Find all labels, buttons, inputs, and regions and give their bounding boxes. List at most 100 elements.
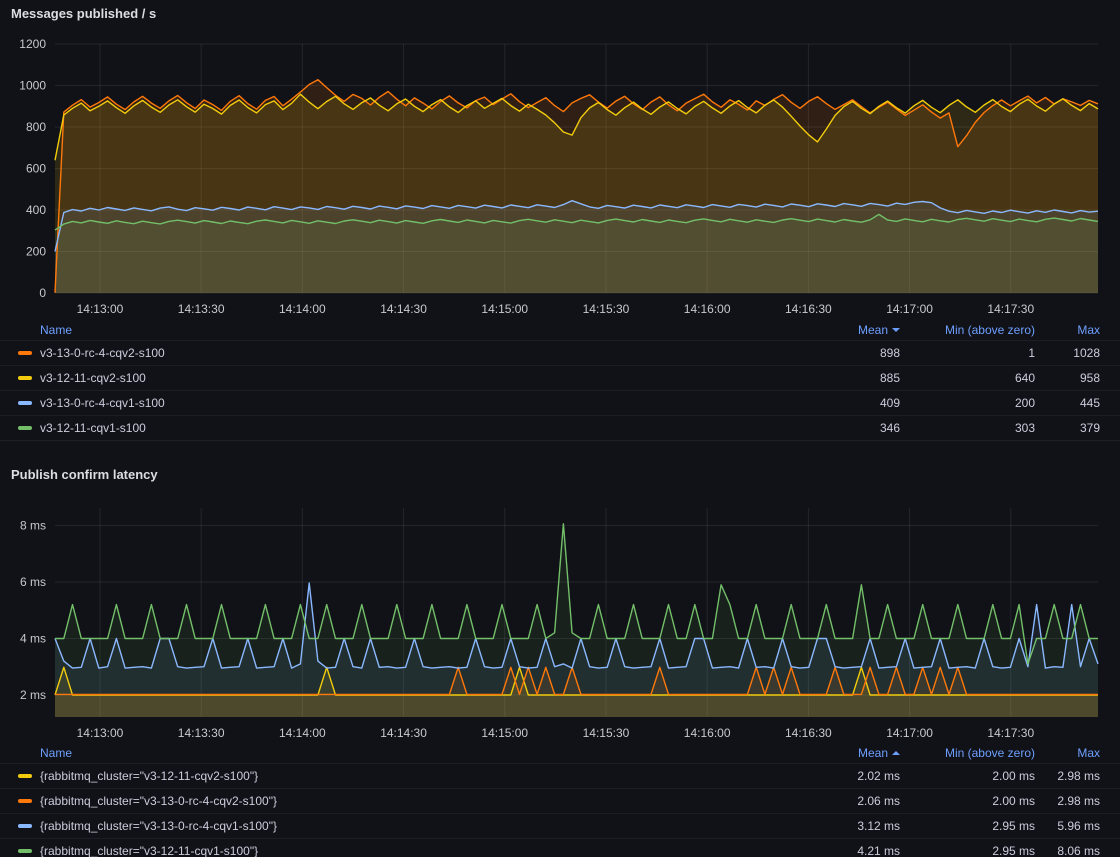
legend-header-mean[interactable]: Mean <box>760 323 900 337</box>
legend-series: v3-13-0-rc-4-cqv2-s100 <box>18 346 760 360</box>
legend-max-value: 1028 <box>1035 346 1100 360</box>
sort-caret-icon <box>892 751 900 755</box>
legend-series: {rabbitmq_cluster="v3-12-11-cqv1-s100"} <box>18 844 760 857</box>
x-axis-tick-label: 14:15:00 <box>481 302 528 316</box>
legend-mean-value: 3.12 ms <box>760 819 900 833</box>
legend-mean-value: 885 <box>760 371 900 385</box>
legend-min-value: 2.00 ms <box>900 794 1035 808</box>
legend-max-value: 379 <box>1035 421 1100 435</box>
x-axis-tick-label: 14:16:00 <box>684 302 731 316</box>
x-axis-tick-label: 14:16:30 <box>785 302 832 316</box>
publish-confirm-latency-chart[interactable]: 2 ms4 ms6 ms8 ms14:13:0014:13:3014:14:00… <box>0 485 1120 743</box>
series-name[interactable]: {rabbitmq_cluster="v3-12-11-cqv1-s100"} <box>40 844 258 857</box>
series-color-swatch-icon[interactable] <box>18 376 32 380</box>
legend-mean-value: 346 <box>760 421 900 435</box>
x-axis-tick-label: 14:16:00 <box>684 726 731 740</box>
y-axis-tick-label: 0 <box>39 286 46 300</box>
x-axis-tick-label: 14:13:00 <box>77 726 124 740</box>
series-color-swatch-icon[interactable] <box>18 401 32 405</box>
series-name[interactable]: v3-13-0-rc-4-cqv2-s100 <box>40 346 165 360</box>
legend-header-mean-label: Mean <box>858 746 888 760</box>
series-color-swatch-icon[interactable] <box>18 849 32 853</box>
legend-header: Name Mean Min (above zero) Max <box>0 320 1120 340</box>
series-area-fill <box>55 214 1098 293</box>
legend-row: {rabbitmq_cluster="v3-12-11-cqv2-s100"} 2… <box>0 763 1120 788</box>
y-axis-tick-label: 6 ms <box>20 575 46 589</box>
legend-min-value: 200 <box>900 396 1035 410</box>
legend-header-mean[interactable]: Mean <box>760 746 900 760</box>
x-axis-tick-label: 14:17:00 <box>886 726 933 740</box>
x-axis-tick-label: 14:17:30 <box>987 302 1034 316</box>
y-axis-tick-label: 1000 <box>19 79 46 93</box>
legend-header-max[interactable]: Max <box>1035 323 1100 337</box>
legend-table-publish-confirm-latency: Name Mean Min (above zero) Max {rabbitmq… <box>0 743 1120 857</box>
x-axis-tick-label: 14:14:30 <box>380 726 427 740</box>
legend-header: Name Mean Min (above zero) Max <box>0 743 1120 763</box>
y-axis-tick-label: 400 <box>26 203 46 217</box>
x-axis-tick-label: 14:14:00 <box>279 726 326 740</box>
legend-series: v3-12-11-cqv2-s100 <box>18 371 760 385</box>
x-axis-tick-label: 14:17:30 <box>987 726 1034 740</box>
legend-min-value: 640 <box>900 371 1035 385</box>
series-color-swatch-icon[interactable] <box>18 824 32 828</box>
series-area-fill <box>55 524 1098 717</box>
legend-row: {rabbitmq_cluster="v3-13-0-rc-4-cqv1-s10… <box>0 813 1120 838</box>
series-name[interactable]: {rabbitmq_cluster="v3-13-0-rc-4-cqv2-s10… <box>40 794 277 808</box>
legend-max-value: 2.98 ms <box>1035 769 1100 783</box>
x-axis-tick-label: 14:14:00 <box>279 302 326 316</box>
x-axis-tick-label: 14:13:30 <box>178 726 225 740</box>
legend-series: v3-13-0-rc-4-cqv1-s100 <box>18 396 760 410</box>
x-axis-tick-label: 14:15:30 <box>583 302 630 316</box>
series-color-swatch-icon[interactable] <box>18 799 32 803</box>
x-axis-tick-label: 14:14:30 <box>380 302 427 316</box>
legend-min-value: 2.00 ms <box>900 769 1035 783</box>
series-name[interactable]: {rabbitmq_cluster="v3-12-11-cqv2-s100"} <box>40 769 258 783</box>
panel-messages-published: Messages published / s 0 200 400 600 800 1000… <box>0 0 1120 441</box>
legend-mean-value: 409 <box>760 396 900 410</box>
legend-min-value: 2.95 ms <box>900 819 1035 833</box>
x-axis-tick-label: 14:13:00 <box>77 302 124 316</box>
legend-row: {rabbitmq_cluster="v3-12-11-cqv1-s100"}4… <box>0 838 1120 857</box>
sort-caret-icon <box>892 328 900 332</box>
x-axis-tick-label: 14:15:00 <box>481 726 528 740</box>
series-name[interactable]: v3-13-0-rc-4-cqv1-s100 <box>40 396 165 410</box>
legend-header-min[interactable]: Min (above zero) <box>900 323 1035 337</box>
legend-mean-value: 2.06 ms <box>760 794 900 808</box>
panel-title-messages-published[interactable]: Messages published / s <box>0 0 1120 24</box>
y-axis-tick-label: 2 ms <box>20 688 46 702</box>
legend-header-max[interactable]: Max <box>1035 746 1100 760</box>
legend-row: v3-12-11-cqv1-s100346303379 <box>0 415 1120 440</box>
legend-min-value: 1 <box>900 346 1035 360</box>
legend-row: v3-13-0-rc-4-cqv1-s100409200445 <box>0 390 1120 415</box>
series-name[interactable]: v3-12-11-cqv2-s100 <box>40 371 146 385</box>
legend-header-min[interactable]: Min (above zero) <box>900 746 1035 760</box>
series-color-swatch-icon[interactable] <box>18 426 32 430</box>
x-axis-tick-label: 14:17:00 <box>886 302 933 316</box>
y-axis-tick-label: 600 <box>26 162 46 176</box>
y-axis-tick-label: 800 <box>26 120 46 134</box>
grafana-dashboard: Messages published / s 0 200 400 600 800 1000… <box>0 0 1120 857</box>
legend-header-mean-label: Mean <box>858 323 888 337</box>
legend-max-value: 8.06 ms <box>1035 844 1100 857</box>
legend-rows: v3-13-0-rc-4-cqv2-s10089811028v3-12-11-c… <box>0 340 1120 440</box>
legend-row: v3-12-11-cqv2-s100 885640958 <box>0 365 1120 390</box>
y-axis-tick-label: 4 ms <box>20 631 46 645</box>
legend-max-value: 2.98 ms <box>1035 794 1100 808</box>
legend-series: {rabbitmq_cluster="v3-13-0-rc-4-cqv1-s10… <box>18 819 760 833</box>
messages-published-chart[interactable]: 02004006008001000120014:13:0014:13:3014:… <box>0 24 1120 320</box>
legend-header-name[interactable]: Name <box>18 746 760 760</box>
series-color-swatch-icon[interactable] <box>18 774 32 778</box>
legend-table-messages-published: Name Mean Min (above zero) Max v3-13-0-r… <box>0 320 1120 441</box>
series-color-swatch-icon[interactable] <box>18 351 32 355</box>
legend-mean-value: 2.02 ms <box>760 769 900 783</box>
legend-row: v3-13-0-rc-4-cqv2-s10089811028 <box>0 340 1120 365</box>
series-name[interactable]: {rabbitmq_cluster="v3-13-0-rc-4-cqv1-s10… <box>40 819 277 833</box>
legend-max-value: 5.96 ms <box>1035 819 1100 833</box>
legend-series: {rabbitmq_cluster="v3-13-0-rc-4-cqv2-s10… <box>18 794 760 808</box>
panel-title-publish-confirm-latency[interactable]: Publish confirm latency <box>0 461 1120 485</box>
legend-max-value: 958 <box>1035 371 1100 385</box>
legend-series: {rabbitmq_cluster="v3-12-11-cqv2-s100"} <box>18 769 760 783</box>
legend-series: v3-12-11-cqv1-s100 <box>18 421 760 435</box>
legend-header-name[interactable]: Name <box>18 323 760 337</box>
series-name[interactable]: v3-12-11-cqv1-s100 <box>40 421 146 435</box>
